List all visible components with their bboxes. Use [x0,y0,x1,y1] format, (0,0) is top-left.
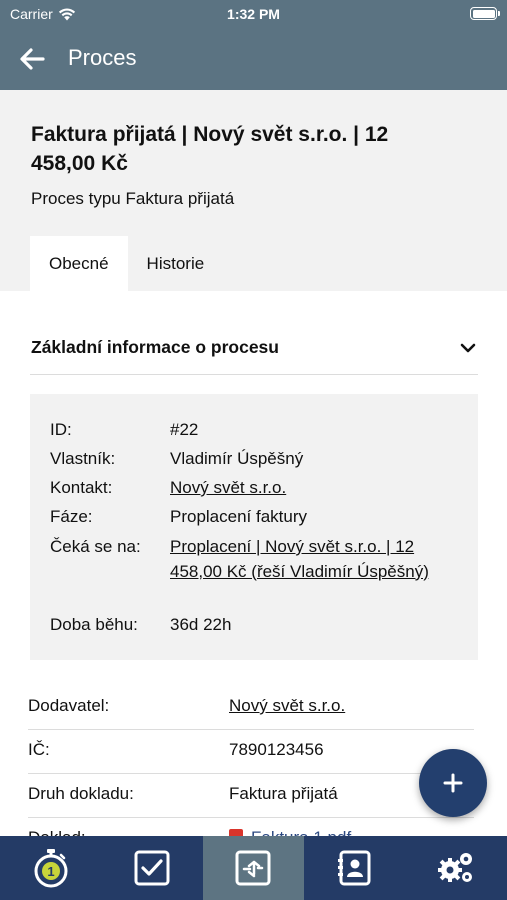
page-subtitle: Proces typu Faktura přijatá [31,189,235,208]
timer-badge-count: 1 [47,864,54,879]
section-title: Základní informace o procesu [31,337,279,357]
info-label: Kontakt: [50,478,113,497]
tab-bar: Obecné Historie [30,236,223,291]
detail-value: 7890123456 [229,740,324,759]
info-value: 36d 22h [170,615,232,634]
page-title: Faktura přijatá | Nový svět s.r.o. | 12 … [31,123,389,175]
detail-label: Dodavatel: [28,696,110,715]
clock: 1:32 PM [227,6,280,22]
chevron-down-icon [460,343,476,353]
app-bar: Proces [0,28,507,90]
pdf-file-icon [229,829,243,836]
tab-history[interactable]: Historie [128,236,224,291]
detail-value-wrapper[interactable]: Faktura 1.pdf [229,828,351,836]
info-value: Vladimír Úspěšný [170,449,304,468]
add-button[interactable] [419,749,487,817]
info-label: Čeká se na: [50,537,141,556]
checkbox-icon [134,850,170,886]
process-header: Faktura přijatá | Nový svět s.r.o. | 12 … [0,90,507,291]
detail-row-document: Doklad: Faktura 1.pdf [28,818,474,836]
info-value: #22 [170,420,199,439]
basic-info-panel: ID: #22 Vlastník: Vladimír Úspěšný Konta… [30,394,478,660]
detail-row-ico: IČ: 7890123456 [28,730,474,774]
info-label: ID: [50,420,72,439]
nav-settings[interactable] [406,836,507,900]
detail-row-supplier: Dodavatel: Nový svět s.r.o. [28,686,474,730]
bottom-navigation: 1 [0,836,507,900]
tab-general[interactable]: Obecné [30,236,128,291]
arrow-left-icon [20,48,45,70]
stopwatch-icon: 1 [34,849,68,888]
info-label: Fáze: [50,507,93,526]
detail-row-doc-type: Druh dokladu: Faktura přijatá [28,774,474,818]
basic-info-section-header[interactable]: Základní informace o procesu [30,320,478,375]
app-bar-title: Proces [68,45,137,70]
document-link[interactable]: Faktura 1.pdf [251,828,351,836]
nav-contacts[interactable] [304,836,405,900]
info-value: Proplacení faktury [170,507,308,526]
detail-value: Faktura přijatá [229,784,338,803]
detail-label: Druh dokladu: [28,784,134,803]
settings-icon [438,853,473,882]
nav-tasks[interactable] [101,836,202,900]
supplier-link[interactable]: Nový svět s.r.o. [229,696,345,716]
back-button[interactable] [18,45,46,73]
contacts-icon [337,850,371,886]
status-bar: Carrier 1:32 PM [0,0,507,28]
battery-icon [470,7,500,20]
contact-link[interactable]: Nový svět s.r.o. [170,476,440,500]
detail-label: IČ: [28,740,50,759]
detail-label: Doklad: [28,828,86,836]
nav-processes[interactable] [202,836,305,900]
waiting-task-link[interactable]: Proplacení | Nový svět s.r.o. | 12 458,0… [170,535,440,584]
info-label: Doba běhu: [50,615,138,634]
info-label: Vlastník: [50,449,116,468]
nav-timer[interactable]: 1 [0,836,101,900]
plus-icon [443,773,463,793]
process-icon [235,850,271,886]
